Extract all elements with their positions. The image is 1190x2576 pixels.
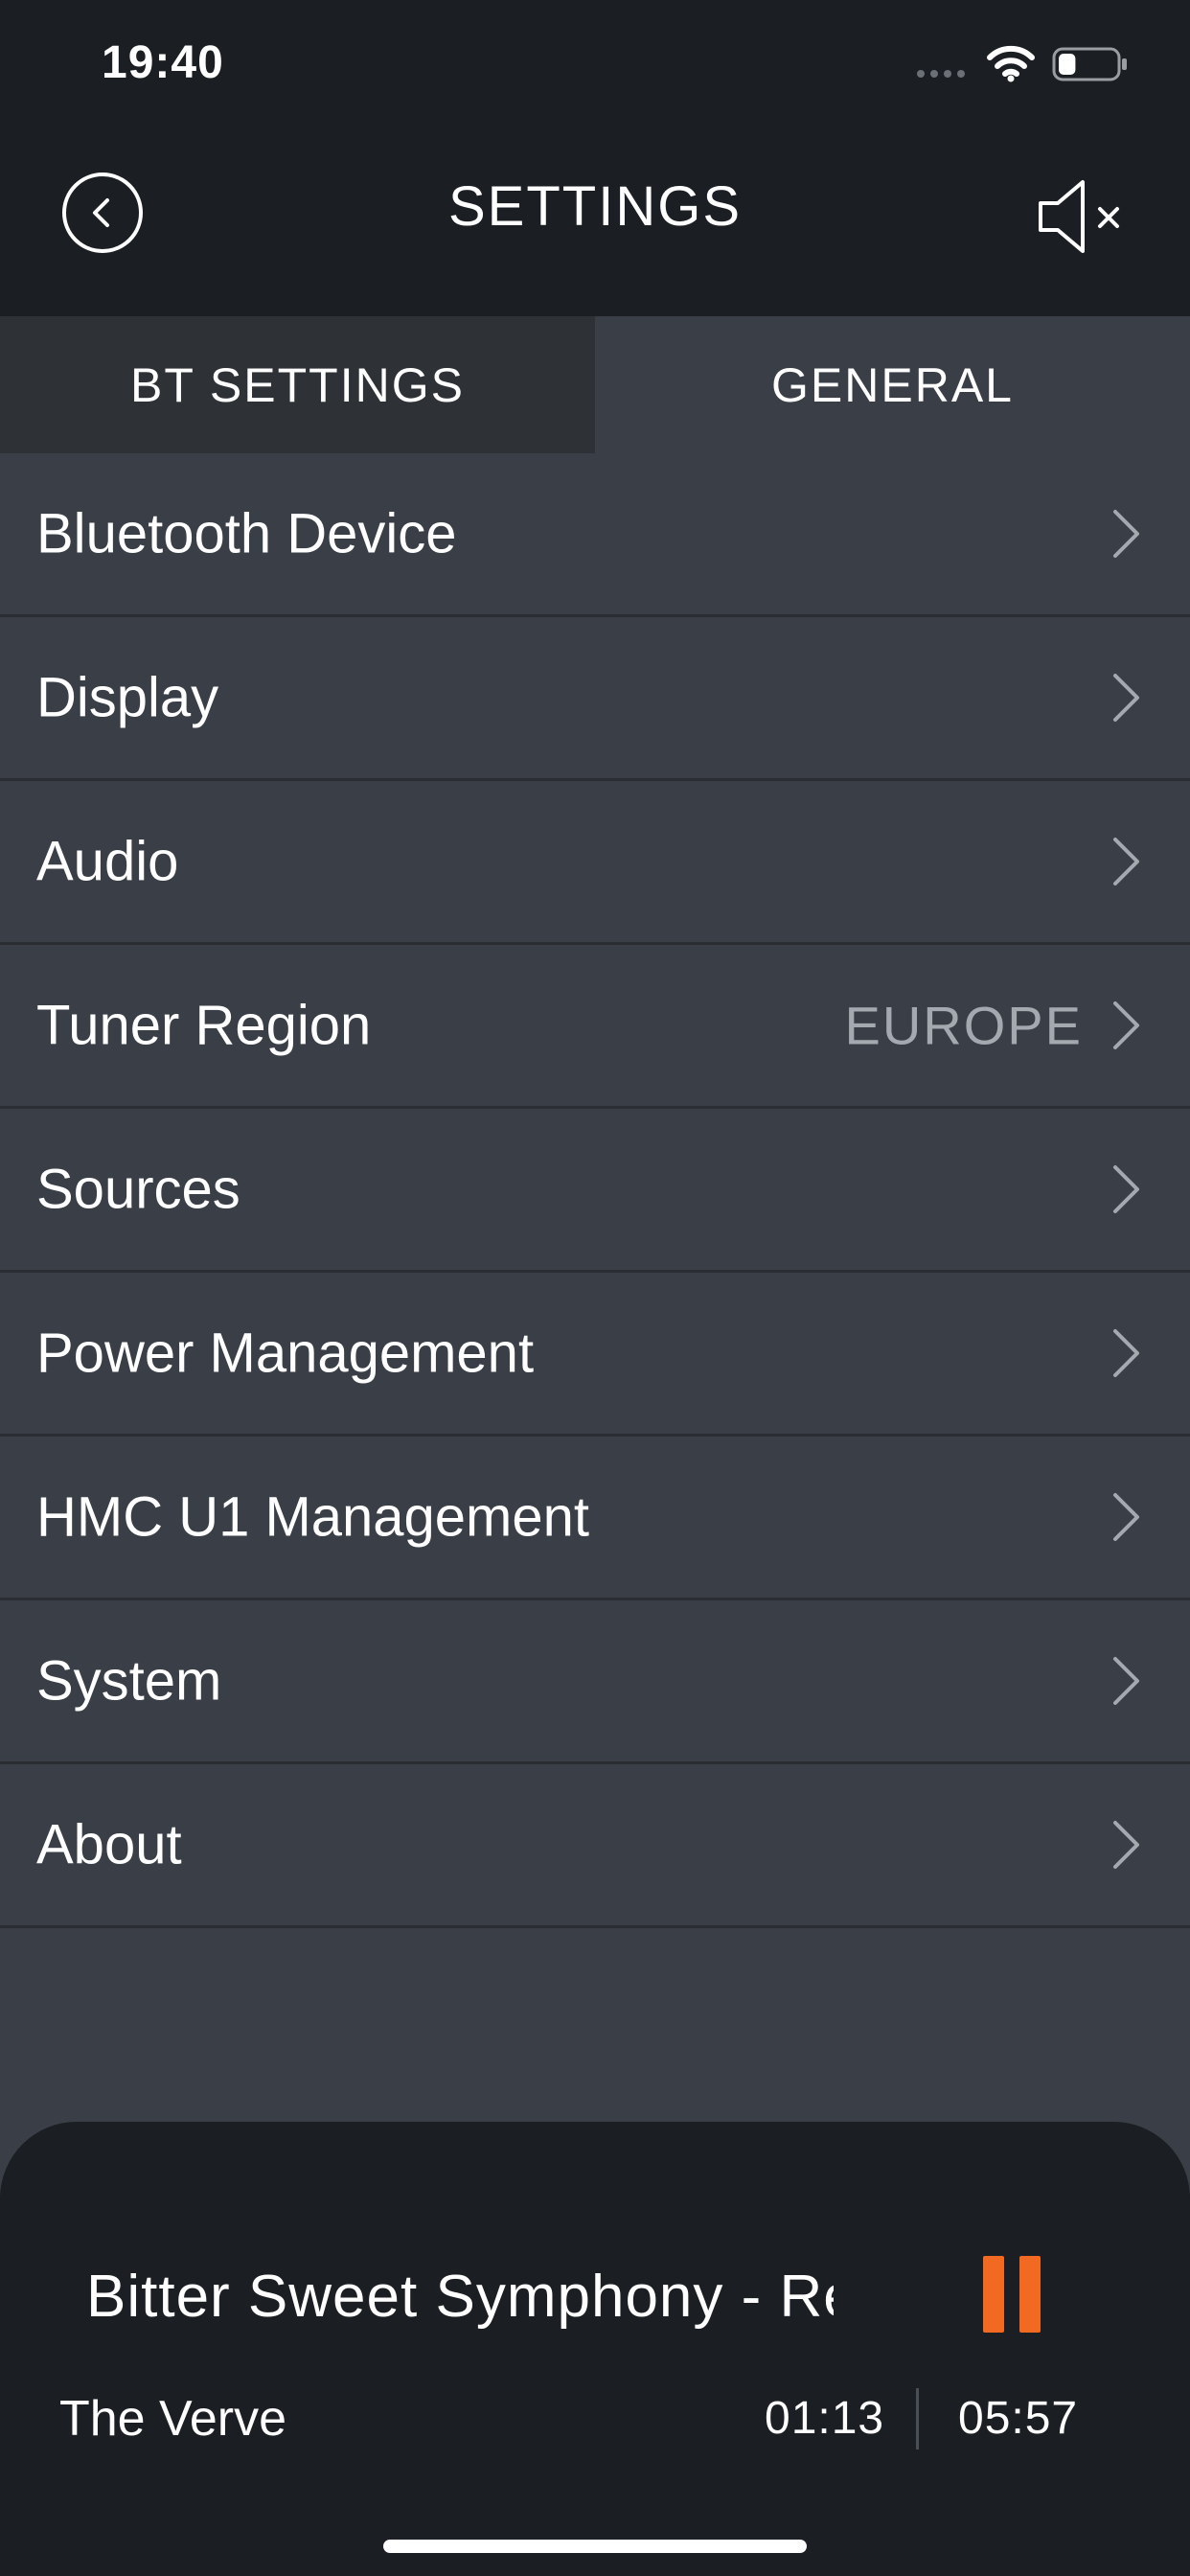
track-title: Bitter Sweet Symphony - Remastered <box>86 2264 834 2330</box>
page-title: SETTINGS <box>447 175 743 238</box>
settings-list: Bluetooth Device Display Audio Tuner Reg… <box>0 453 1190 1928</box>
settings-row-hmc-u1-management[interactable]: HMC U1 Management <box>0 1437 1190 1600</box>
now-playing-panel[interactable]: Bitter Sweet Symphony - Remastered The V… <box>0 2122 1190 2576</box>
time-total: 05:57 <box>958 2393 1079 2444</box>
battery-icon <box>1052 47 1127 81</box>
row-label: Tuner Region <box>36 994 372 1057</box>
chevron-right-icon <box>1113 1001 1139 1049</box>
settings-row-audio[interactable]: Audio <box>0 781 1190 945</box>
settings-row-tuner-region[interactable]: Tuner Region EUROPE <box>0 945 1190 1109</box>
tab-bar: BT SETTINGS GENERAL <box>0 316 1190 453</box>
settings-row-system[interactable]: System <box>0 1600 1190 1764</box>
time-elapsed: 01:13 <box>765 2393 885 2444</box>
row-label: Display <box>36 666 219 729</box>
settings-row-sources[interactable]: Sources <box>0 1109 1190 1273</box>
chevron-right-icon <box>1113 1821 1139 1869</box>
row-label: Power Management <box>36 1322 535 1385</box>
row-label: About <box>36 1813 182 1876</box>
settings-row-bluetooth-device[interactable]: Bluetooth Device <box>0 453 1190 617</box>
chevron-right-icon <box>1113 1165 1139 1213</box>
tuner-region-value: EUROPE <box>844 995 1083 1056</box>
header-bar: SETTINGS <box>0 134 1190 316</box>
chevron-right-icon <box>1113 1657 1139 1705</box>
artist-name: The Verve <box>59 2391 287 2447</box>
chevron-right-icon <box>1113 510 1139 558</box>
app-screen: 19:40 SETTINGS BT SETTINGS GENERAL Bluet… <box>0 0 1190 2576</box>
chevron-right-icon <box>1113 1493 1139 1541</box>
status-time: 19:40 <box>102 37 224 88</box>
status-bar: 19:40 <box>0 0 1190 134</box>
row-label: Audio <box>36 830 179 893</box>
chevron-right-icon <box>1113 674 1139 722</box>
chevron-right-icon <box>1113 1329 1139 1377</box>
settings-row-display[interactable]: Display <box>0 617 1190 781</box>
tab-bt-settings[interactable]: BT SETTINGS <box>0 316 595 453</box>
track-title-marquee: Bitter Sweet Symphony - Remastered <box>86 2254 834 2340</box>
row-label: System <box>36 1649 222 1713</box>
chevron-right-icon <box>1113 838 1139 886</box>
row-label: Sources <box>36 1158 240 1221</box>
wifi-icon <box>987 45 1035 82</box>
home-indicator[interactable] <box>383 2540 807 2553</box>
tab-general[interactable]: GENERAL <box>595 316 1190 453</box>
speaker-muted-icon[interactable] <box>1035 176 1131 257</box>
row-label: Bluetooth Device <box>36 502 457 565</box>
settings-row-power-management[interactable]: Power Management <box>0 1273 1190 1437</box>
time-divider <box>916 2388 919 2450</box>
pause-button[interactable] <box>977 2256 1046 2336</box>
row-label: HMC U1 Management <box>36 1485 589 1549</box>
signal-icon <box>917 70 965 78</box>
settings-row-about[interactable]: About <box>0 1764 1190 1928</box>
